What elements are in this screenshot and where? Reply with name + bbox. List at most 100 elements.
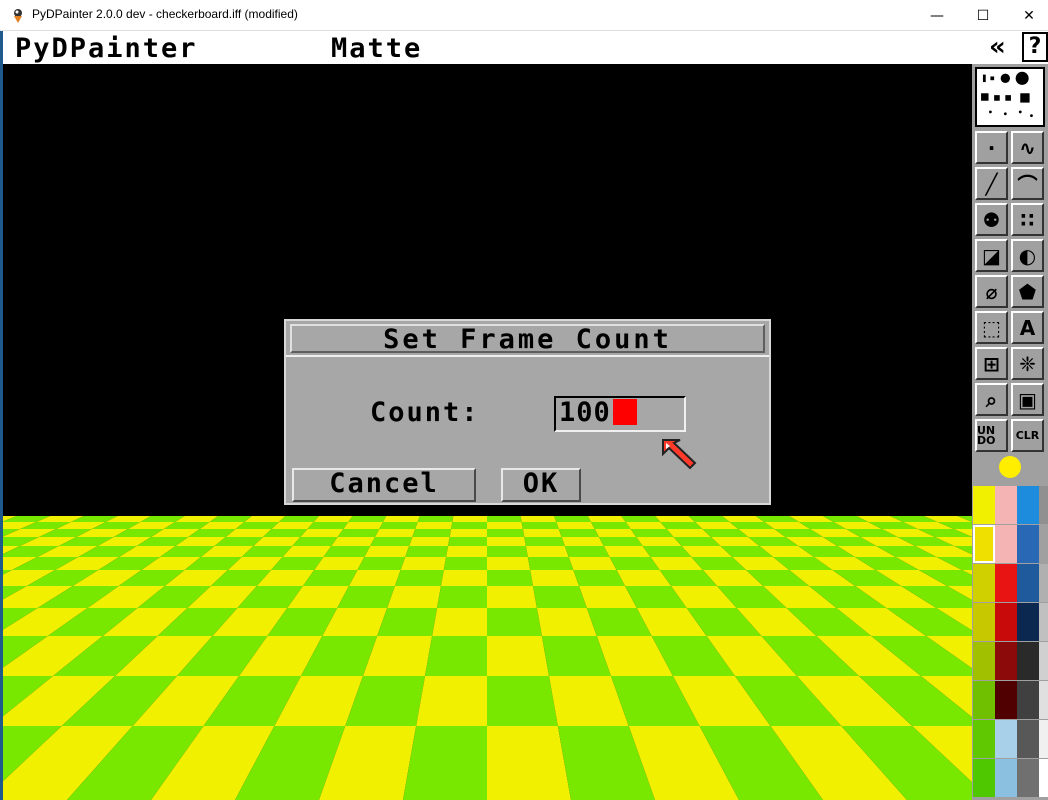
palette-swatch[interactable]	[1017, 681, 1039, 719]
clear-tool[interactable]: CLR	[1011, 419, 1044, 452]
grid-tool[interactable]: ⊞	[975, 347, 1008, 380]
palette-swatch[interactable]	[1017, 564, 1039, 602]
window-title: PyDPainter 2.0.0 dev - checkerboard.iff …	[32, 7, 298, 21]
floor-tile	[655, 516, 695, 522]
palette-swatch[interactable]	[1039, 681, 1048, 719]
floor-tile	[313, 516, 353, 522]
palette-swatch[interactable]	[995, 681, 1017, 719]
airbrush-tool[interactable]: ∷	[1011, 203, 1044, 236]
floor-tile	[524, 537, 565, 546]
floor-tile	[621, 516, 661, 522]
palette-swatch[interactable]	[1017, 603, 1039, 641]
floor-tile	[331, 537, 376, 546]
floor-tile	[487, 529, 525, 537]
palette-swatch[interactable]	[995, 720, 1017, 758]
palette-swatch[interactable]	[973, 603, 995, 641]
count-input[interactable]: 100	[554, 396, 686, 432]
brush-select-tool[interactable]: ⬚	[975, 311, 1008, 344]
close-button[interactable]: ✕	[1006, 0, 1048, 31]
magnify-tool[interactable]: ⌕	[975, 383, 1008, 416]
ok-button[interactable]: OK	[501, 468, 581, 502]
palette-swatch[interactable]	[995, 603, 1017, 641]
floor-tile	[323, 546, 371, 557]
floor-tile	[337, 529, 380, 537]
floor-tile	[446, 546, 487, 557]
floor-tile	[292, 537, 338, 546]
floor-tile	[279, 516, 319, 522]
floor-tile	[449, 529, 487, 537]
fill-tool[interactable]: ⚉	[975, 203, 1008, 236]
freehand-tool[interactable]: ∿	[1011, 131, 1044, 164]
palette-swatch[interactable]	[1039, 486, 1048, 524]
dialog-title-bar[interactable]: Set Frame Count	[290, 324, 765, 355]
symmetry-tool[interactable]: ❈	[1011, 347, 1044, 380]
line-tool[interactable]: ╱	[975, 167, 1008, 200]
floor-tile	[437, 586, 487, 608]
floor-tile	[598, 537, 643, 546]
floor-tile	[409, 537, 450, 546]
palette-swatch[interactable]	[973, 720, 995, 758]
palette-swatch[interactable]	[1017, 759, 1039, 797]
brush-selector[interactable]	[975, 67, 1045, 127]
curve-tool[interactable]: ⌒	[1011, 167, 1044, 200]
collapse-menu-button[interactable]: «	[989, 32, 1006, 62]
minimize-button[interactable]: —	[914, 0, 960, 31]
palette-swatch[interactable]	[995, 564, 1017, 602]
palette-swatch[interactable]	[1039, 603, 1048, 641]
palette-swatch[interactable]	[995, 642, 1017, 680]
palette-swatch[interactable]	[973, 642, 995, 680]
polygon-tool[interactable]: ⬟	[1011, 275, 1044, 308]
dot-tool[interactable]: ·	[975, 131, 1008, 164]
circle-tool[interactable]: ◐	[1011, 239, 1044, 272]
mouse-pointer-icon	[662, 439, 697, 470]
palette-swatch[interactable]	[995, 486, 1017, 524]
menu-app-title[interactable]: PyDPainter	[15, 33, 198, 64]
rectangle-tool[interactable]: ◪	[975, 239, 1008, 272]
floor-tile	[364, 546, 410, 557]
cancel-button[interactable]: Cancel	[292, 468, 476, 502]
floor-tile	[487, 636, 549, 676]
floor-tile	[370, 537, 413, 546]
undo-tool[interactable]: UN DO	[975, 419, 1008, 452]
palette-swatch[interactable]	[1017, 486, 1039, 524]
app-icon	[14, 9, 22, 23]
ellipse-tool[interactable]: ⌀	[975, 275, 1008, 308]
text-caret	[612, 399, 637, 425]
dialog-separator	[286, 355, 769, 357]
palette-swatch[interactable]	[1039, 759, 1048, 797]
palette-swatch[interactable]	[1017, 642, 1039, 680]
maximize-button[interactable]: ☐	[960, 0, 1006, 31]
floor-tile	[487, 726, 571, 800]
floor-tile	[403, 726, 487, 800]
floor-tile	[487, 522, 523, 529]
zoom-tool[interactable]: ▣	[1011, 383, 1044, 416]
palette-swatch[interactable]	[973, 681, 995, 719]
palette-swatch[interactable]	[973, 759, 995, 797]
floor-tile	[636, 537, 682, 546]
palette-swatch[interactable]	[1039, 720, 1048, 758]
palette-swatch[interactable]	[1039, 642, 1048, 680]
palette-swatch[interactable]	[995, 525, 1017, 563]
floor-tile	[587, 516, 626, 522]
foreground-color-indicator	[999, 456, 1021, 478]
help-button[interactable]: ?	[1022, 32, 1048, 62]
floor-tile	[603, 546, 651, 557]
floor-tile	[530, 570, 580, 586]
palette-swatch[interactable]	[1039, 525, 1048, 563]
menu-mode[interactable]: Matte	[331, 33, 422, 64]
palette-swatch[interactable]	[995, 759, 1017, 797]
palette-swatch[interactable]	[1017, 720, 1039, 758]
floor-tile	[448, 537, 487, 546]
floor-tile	[377, 608, 438, 636]
floor-tile	[348, 516, 387, 522]
floor-tile	[487, 608, 542, 636]
palette-swatch[interactable]	[1017, 525, 1039, 563]
floor-tile	[558, 529, 599, 537]
palette-swatch[interactable]	[1039, 564, 1048, 602]
floor-tile	[527, 557, 574, 570]
palette-swatch[interactable]	[973, 564, 995, 602]
palette-swatch[interactable]	[973, 525, 995, 563]
text-tool[interactable]: A	[1011, 311, 1044, 344]
palette-swatch[interactable]	[973, 486, 995, 524]
dialog-title: Set Frame Count	[383, 324, 672, 355]
